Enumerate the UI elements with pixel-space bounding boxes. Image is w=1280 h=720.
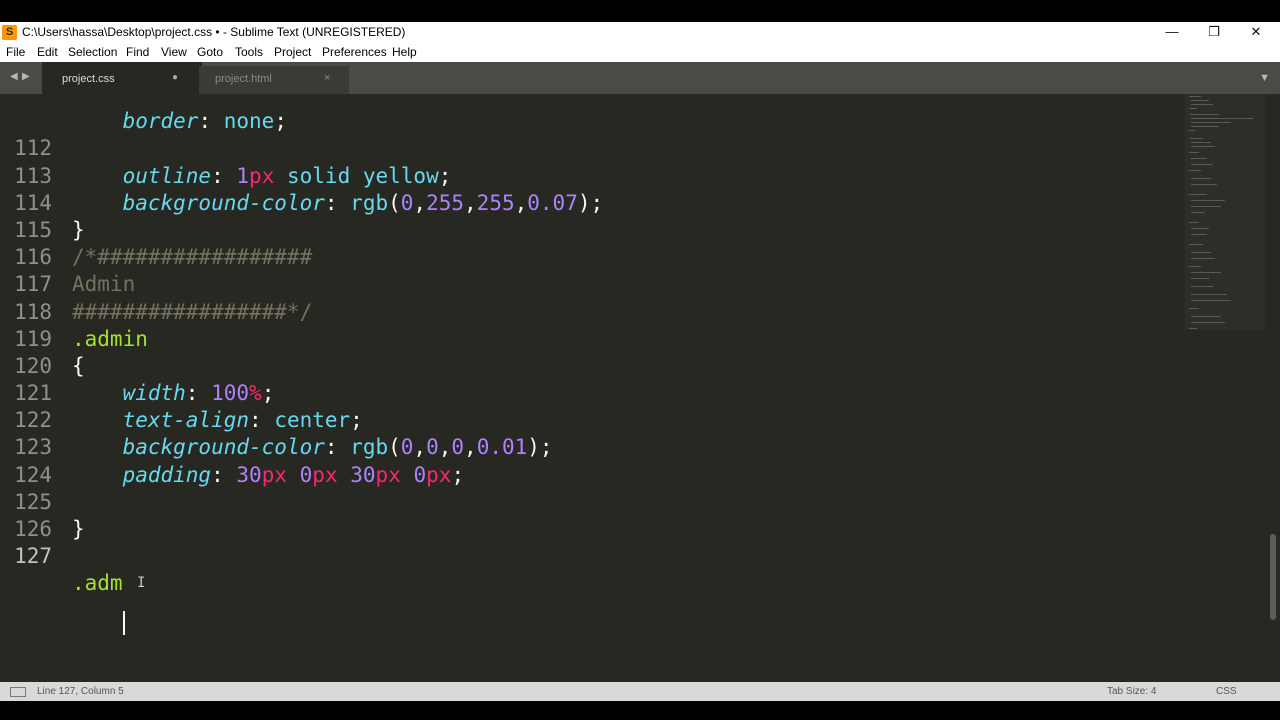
code-area[interactable]: border: none; 112 outline: 1px solid yel… [0, 94, 603, 595]
code-line: 112 outline: 1px solid yellow; [0, 108, 451, 187]
text-caret [123, 611, 125, 635]
tab-size[interactable]: Tab Size: 4 [1107, 686, 1156, 697]
menu-bar: File Edit Selection Find View Goto Tools… [0, 43, 1280, 62]
line-content: /*################# [72, 245, 313, 270]
menu-preferences[interactable]: Preferences [322, 45, 387, 59]
line-content: width: 100%; [122, 381, 275, 406]
line-content: text-align: center; [122, 408, 363, 433]
menu-selection[interactable]: Selection [68, 45, 117, 59]
restore-button[interactable]: ❐ [1192, 22, 1236, 43]
code-line: 122 background-color: rgb(0,0,0,0.01); [0, 380, 553, 459]
typed-text: .adm [72, 571, 123, 596]
menu-goto[interactable]: Goto [197, 45, 223, 59]
line-content: border: none; [122, 109, 287, 134]
tab-list-dropdown-icon[interactable]: ▼ [1259, 72, 1270, 84]
line-content: #################*/ [72, 299, 313, 324]
tab-project-css[interactable]: project.css ● [42, 62, 202, 94]
cursor-position: Line 127, Column 5 [37, 686, 124, 697]
code-line: 121 text-align: center; [0, 353, 363, 432]
code-line: 118 .admin [0, 271, 148, 351]
code-line: 115 /*################# [0, 190, 312, 269]
code-line: 125 } [0, 462, 85, 541]
scrollbar-thumb[interactable] [1270, 534, 1276, 620]
window-title: C:\Users\hassa\Desktop\project.css • - S… [22, 25, 406, 39]
code-line: 117 #################*/ [0, 244, 312, 323]
line-content: background-color: rgb(0,255,255,0.07); [122, 190, 604, 215]
tab-label: project.html [215, 73, 272, 85]
close-button[interactable]: ✕ [1234, 22, 1278, 43]
code-line: 116 Admin [0, 217, 135, 296]
tab-project-html[interactable]: project.html × [199, 66, 349, 94]
code-line: 123 padding: 30px 0px 30px 0px; [0, 407, 464, 486]
minimap[interactable] [1185, 94, 1265, 334]
menu-project[interactable]: Project [274, 45, 311, 59]
menu-file[interactable]: File [6, 45, 25, 59]
code-line: border: none; [0, 94, 287, 133]
code-line: 126 [0, 489, 76, 541]
minimize-button[interactable]: — [1150, 22, 1194, 43]
tab-bar: ◀ ▶ project.css ● project.html × ▼ [0, 62, 1280, 94]
menu-find[interactable]: Find [126, 45, 149, 59]
line-number-current: 127 [14, 544, 52, 569]
panel-toggle-icon[interactable] [10, 687, 26, 697]
menu-view[interactable]: View [161, 45, 187, 59]
window-titlebar: S C:\Users\hassa\Desktop\project.css • -… [0, 22, 1280, 43]
screen-border [0, 701, 1280, 720]
line-content: background-color: rgb(0,0,0,0.01); [122, 435, 553, 460]
code-line: 113 background-color: rgb(0,255,255,0.07… [0, 135, 603, 215]
menu-tools[interactable]: Tools [235, 45, 263, 59]
code-line: 120 width: 100%; [0, 326, 274, 405]
unsaved-dot-icon[interactable]: ● [172, 72, 178, 83]
forward-arrow-icon[interactable]: ▶ [22, 71, 30, 82]
line-content: padding: 30px 0px 30px 0px; [122, 462, 465, 487]
line-content: Admin [72, 272, 136, 297]
code-line: 124 [0, 434, 76, 487]
tab-label: project.css [62, 73, 115, 85]
line-content: .admin [72, 326, 148, 351]
ibeam-cursor-icon: I [137, 575, 146, 591]
menu-edit[interactable]: Edit [37, 45, 58, 59]
back-arrow-icon[interactable]: ◀ [10, 71, 18, 82]
close-tab-icon[interactable]: × [324, 72, 330, 84]
code-line: 119 { [0, 299, 85, 378]
syntax-indicator[interactable]: CSS [1216, 686, 1237, 697]
sublime-logo-icon: S [2, 25, 17, 40]
line-content: outline: 1px solid yellow; [122, 163, 452, 188]
status-bar: Line 127, Column 5 Tab Size: 4 CSS [0, 682, 1280, 701]
menu-help[interactable]: Help [392, 45, 417, 59]
code-editor[interactable]: border: none; 112 outline: 1px solid yel… [0, 94, 1280, 682]
code-line: 114 } [0, 163, 85, 242]
code-line-current: 127 .adm [0, 516, 123, 595]
